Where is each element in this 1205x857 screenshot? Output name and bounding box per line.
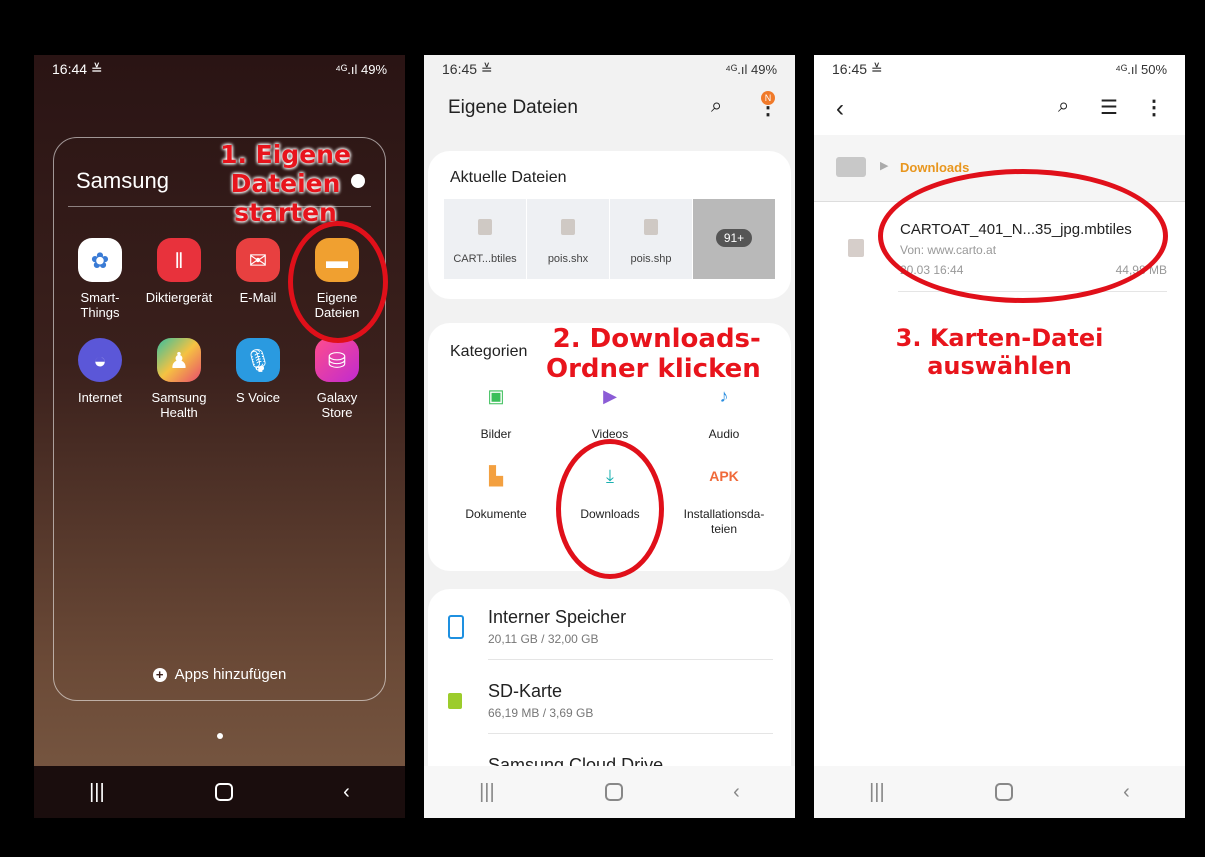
document-icon: ▙ bbox=[489, 466, 503, 486]
callout-step-3: 3. Karten-Datei auswählen bbox=[895, 324, 1104, 380]
document-icon bbox=[478, 219, 492, 235]
smartthings-icon: ✿ bbox=[78, 238, 122, 282]
status-indicators: ⁴ᴳ.ıl 49% bbox=[725, 61, 777, 77]
highlight-ring bbox=[878, 169, 1168, 303]
recent-file[interactable]: CART...btiles bbox=[444, 199, 526, 279]
app-email[interactable]: ✉ E-Mail bbox=[218, 238, 298, 305]
apk-icon: APK bbox=[709, 468, 739, 484]
storage-sd-card[interactable]: SD-Karte 66,19 MB / 3,69 GB bbox=[488, 681, 593, 720]
document-icon bbox=[848, 239, 864, 257]
divider bbox=[488, 659, 773, 660]
category-dokumente[interactable]: ▙ Dokumente bbox=[446, 466, 546, 522]
internet-icon: ◒ bbox=[78, 338, 122, 382]
recents-icon[interactable]: ||| bbox=[869, 781, 885, 804]
divider bbox=[488, 733, 773, 734]
status-time: 16:44 ≚ bbox=[52, 60, 103, 77]
home-icon[interactable] bbox=[214, 783, 233, 801]
category-audio[interactable]: ♪ Audio bbox=[674, 386, 774, 442]
video-icon: ▶ bbox=[603, 386, 617, 406]
category-videos[interactable]: ▶ Videos bbox=[560, 386, 660, 442]
status-time: 16:45 ≚ bbox=[442, 60, 493, 77]
store-icon: ⛁ bbox=[315, 338, 359, 382]
phone-storage-icon bbox=[448, 615, 464, 639]
back-icon[interactable]: ‹ bbox=[733, 781, 740, 804]
page-title: Eigene Dateien bbox=[448, 97, 578, 118]
folder-title[interactable]: Samsung bbox=[76, 168, 169, 194]
nav-bar: ||| ‹ bbox=[814, 766, 1185, 818]
more-recent-files-button[interactable]: 91+ bbox=[693, 199, 775, 279]
plus-icon: + bbox=[152, 668, 167, 682]
status-bar: 16:45 ≚ ⁴ᴳ.ıl 50% bbox=[832, 59, 1167, 79]
home-icon[interactable] bbox=[994, 783, 1013, 801]
recents-icon[interactable]: ||| bbox=[89, 781, 105, 804]
app-samsung-health[interactable]: ♟ Samsung Health bbox=[139, 338, 219, 420]
health-icon: ♟ bbox=[157, 338, 201, 382]
document-icon bbox=[644, 219, 658, 235]
notification-badge: N bbox=[761, 91, 775, 105]
back-arrow-icon[interactable]: ‹ bbox=[836, 95, 844, 123]
status-indicators: ⁴ᴳ.ıl 49% bbox=[335, 61, 387, 77]
email-icon: ✉ bbox=[236, 238, 280, 282]
recent-file[interactable]: pois.shx bbox=[527, 199, 609, 279]
recent-files-card: Aktuelle Dateien CART...btiles pois.shx … bbox=[428, 151, 791, 299]
app-s-voice[interactable]: 🎙 S Voice bbox=[218, 338, 298, 405]
voice-recorder-icon: 𝍪 bbox=[157, 238, 201, 282]
audio-icon: ♪ bbox=[719, 386, 729, 406]
callout-step-2: 2. Downloads- Ordner klicken bbox=[546, 324, 761, 384]
add-apps-button[interactable]: + Apps hinzufügen bbox=[54, 666, 385, 683]
status-bar: 16:44 ≚ ⁴ᴳ.ıl 49% bbox=[52, 59, 387, 79]
storage-internal[interactable]: Interner Speicher 20,11 GB / 32,00 GB bbox=[488, 607, 626, 646]
search-icon[interactable]: ⌕ bbox=[1058, 95, 1069, 118]
home-icon[interactable] bbox=[604, 783, 623, 801]
recent-files-title: Aktuelle Dateien bbox=[450, 169, 567, 186]
nav-bar: ||| ‹ bbox=[424, 766, 795, 818]
screen-my-files: 16:45 ≚ ⁴ᴳ.ıl 49% Eigene Dateien ⌕ ⋮ N A… bbox=[424, 55, 795, 818]
category-installationsdateien[interactable]: APK Installationsda- teien bbox=[674, 469, 774, 537]
image-icon: ▣ bbox=[487, 386, 505, 406]
home-folder-icon[interactable] bbox=[836, 157, 866, 177]
app-galaxy-store[interactable]: ⛁ Galaxy Store bbox=[297, 338, 377, 420]
page-indicator bbox=[217, 733, 223, 739]
sd-card-icon bbox=[448, 693, 462, 709]
breadcrumb-downloads[interactable]: Downloads bbox=[900, 160, 969, 175]
nav-bar: ||| ‹ bbox=[34, 766, 405, 818]
screen-downloads: 16:45 ≚ ⁴ᴳ.ıl 50% ‹ ⌕ ☰ ⋮ ▶ Downloads CA… bbox=[814, 55, 1185, 818]
more-options-icon[interactable]: ⋮ bbox=[1144, 95, 1164, 120]
highlight-ring bbox=[556, 439, 664, 579]
recent-file[interactable]: pois.shp bbox=[610, 199, 692, 279]
app-diktiergeraet[interactable]: 𝍪 Diktiergerät bbox=[139, 238, 219, 305]
app-internet[interactable]: ◒ Internet bbox=[60, 338, 140, 405]
document-icon bbox=[561, 219, 575, 235]
recents-icon[interactable]: ||| bbox=[479, 781, 495, 804]
back-icon[interactable]: ‹ bbox=[1123, 781, 1130, 804]
status-indicators: ⁴ᴳ.ıl 50% bbox=[1115, 61, 1167, 77]
chevron-right-icon: ▶ bbox=[880, 160, 889, 172]
status-bar: 16:45 ≚ ⁴ᴳ.ıl 49% bbox=[442, 59, 777, 79]
mic-icon: 🎙 bbox=[236, 338, 280, 382]
toolbar: ‹ ⌕ ☰ ⋮ bbox=[814, 85, 1185, 136]
status-time: 16:45 ≚ bbox=[832, 60, 883, 77]
app-smartthings[interactable]: ✿ Smart- Things bbox=[60, 238, 140, 320]
category-bilder[interactable]: ▣ Bilder bbox=[446, 386, 546, 442]
callout-step-1: 1. Eigene Dateien starten bbox=[220, 140, 351, 227]
categories-title: Kategorien bbox=[450, 343, 528, 360]
search-icon[interactable]: ⌕ bbox=[711, 95, 722, 118]
screen-home: 16:44 ≚ ⁴ᴳ.ıl 49% Samsung ✿ Smart- Thing… bbox=[34, 55, 405, 818]
back-icon[interactable]: ‹ bbox=[343, 781, 350, 804]
highlight-ring bbox=[288, 221, 388, 343]
list-view-icon[interactable]: ☰ bbox=[1100, 95, 1118, 120]
